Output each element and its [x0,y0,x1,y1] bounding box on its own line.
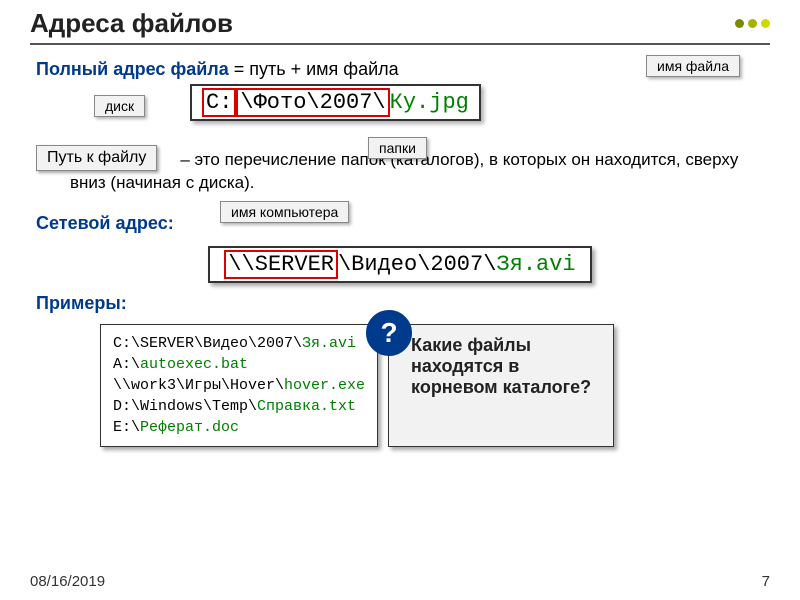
tag-computer-name: имя компьютера [220,201,349,223]
question-box: Какие файлы находятся в корневом каталог… [388,324,614,447]
tag-path-term: Путь к файлу [36,145,157,171]
tag-disk: диск [94,95,145,117]
net-file: Зя.avi [496,252,575,277]
footer-date: 08/16/2019 [30,573,105,590]
examples-code-box: C:\SERVER\Видео\2007\Зя.avi A:\autoexec.… [100,324,378,447]
footer-page: 7 [762,573,770,590]
full-address-term: Полный адрес файла [36,59,229,79]
tag-folders: папки [368,137,427,159]
ex2-file: autoexec.bat [140,356,248,373]
path-drive: C: [202,88,236,117]
ex4-path: D:\Windows\Temp\ [113,398,257,415]
ex4-file: Справка.txt [257,398,356,415]
local-path-box: C:\Фото\2007\Ку.jpg [190,84,481,121]
full-address-rest: = путь + имя файла [229,59,399,79]
ex1-path: C:\SERVER\Видео\2007\ [113,335,302,352]
ex1-file: Зя.avi [302,335,356,352]
ex5-file: Реферат.doc [140,419,239,436]
net-server: \\SERVER [224,250,338,279]
ex5-path: E:\ [113,419,140,436]
path-file: Ку.jpg [390,90,469,115]
net-address-label: Сетевой адрес: [36,213,174,234]
tag-filename: имя файла [646,55,740,77]
page-title: Адреса файлов [30,8,735,39]
question-mark-icon: ? [366,310,412,356]
path-folders: \Фото\2007\ [236,88,389,117]
examples-label: Примеры: [36,293,770,314]
network-path-box: \\SERVER\Видео\2007\Зя.avi [208,246,591,283]
ex2-path: A:\ [113,356,140,373]
ex3-file: hover.exe [284,377,365,394]
ex3-path: \\work3\Игры\Hover\ [113,377,284,394]
decorative-dots [735,19,770,28]
net-folders: \Видео\2007\ [338,252,496,277]
